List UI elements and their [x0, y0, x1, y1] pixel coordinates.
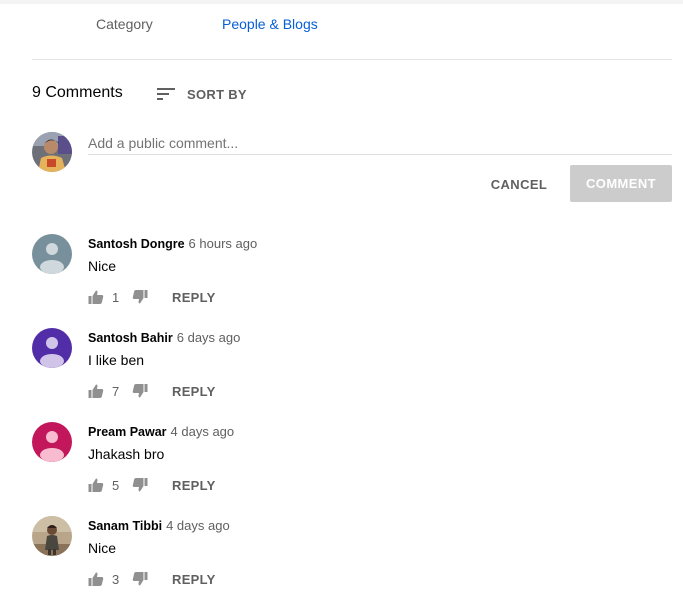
comment-text: I like ben — [88, 352, 145, 368]
like-count: 3 — [112, 571, 120, 587]
comment-button[interactable]: COMMENT — [570, 165, 672, 202]
comment-actions: 3 REPLY — [88, 570, 216, 588]
comment-header: Sanam Tibbi 4 days ago — [88, 518, 230, 533]
sort-by-label: SORT BY — [187, 86, 247, 102]
comment-time[interactable]: 4 days ago — [171, 424, 235, 439]
comment-header: Pream Pawar 4 days ago — [88, 424, 234, 439]
comment-author[interactable]: Santosh Bahir — [88, 331, 173, 345]
cancel-button[interactable]: CANCEL — [478, 166, 560, 202]
comment-text: Nice — [88, 540, 117, 556]
default-avatar-icon — [32, 422, 72, 462]
comment-time[interactable]: 6 hours ago — [189, 236, 258, 251]
default-avatar-icon — [32, 328, 72, 368]
comment-item: Sanam Tibbi 4 days ago Nice 3 REPLY — [32, 516, 672, 596]
thumbs-down-icon[interactable] — [132, 383, 148, 399]
commenter-avatar[interactable] — [32, 422, 72, 462]
category-link[interactable]: People & Blogs — [222, 16, 318, 32]
comment-time[interactable]: 6 days ago — [177, 330, 241, 345]
like-count: 5 — [112, 477, 120, 493]
commenter-avatar[interactable] — [32, 234, 72, 274]
user-avatar[interactable] — [32, 132, 72, 172]
comment-header: Santosh Dongre 6 hours ago — [88, 236, 257, 251]
comment-author[interactable]: Sanam Tibbi — [88, 519, 162, 533]
comment-item: Pream Pawar 4 days ago Jhakash bro 5 REPL… — [32, 422, 672, 502]
comment-actions: 1 REPLY — [88, 288, 216, 306]
comment-header: Santosh Bahir 6 days ago — [88, 330, 240, 345]
divider — [32, 59, 672, 60]
reply-button[interactable]: REPLY — [172, 290, 216, 305]
reply-button[interactable]: REPLY — [172, 572, 216, 587]
sort-icon — [157, 88, 175, 100]
comment-item: Santosh Dongre 6 hours ago Nice 1 REPLY — [32, 234, 672, 314]
thumbs-up-icon[interactable] — [88, 289, 104, 305]
comment-author[interactable]: Pream Pawar — [88, 425, 167, 439]
commenter-avatar[interactable] — [32, 328, 72, 368]
top-edge — [0, 0, 683, 4]
thumbs-up-icon[interactable] — [88, 477, 104, 493]
commenter-photo — [32, 516, 72, 556]
thumbs-up-icon[interactable] — [88, 383, 104, 399]
user-avatar-photo — [32, 132, 72, 172]
like-count: 1 — [112, 289, 120, 305]
comment-time[interactable]: 4 days ago — [166, 518, 230, 533]
comment-text: Nice — [88, 258, 117, 274]
reply-button[interactable]: REPLY — [172, 478, 216, 493]
reply-button[interactable]: REPLY — [172, 384, 216, 399]
comment-item: Santosh Bahir 6 days ago I like ben 7 REP… — [32, 328, 672, 408]
thumbs-down-icon[interactable] — [132, 571, 148, 587]
comment-text: Jhakash bro — [88, 446, 165, 462]
sort-by-button[interactable]: SORT BY — [156, 84, 247, 104]
comment-actions: 5 REPLY — [88, 476, 216, 494]
comment-author[interactable]: Santosh Dongre — [88, 237, 185, 251]
comment-actions: 7 REPLY — [88, 382, 216, 400]
thumbs-up-icon[interactable] — [88, 571, 104, 587]
category-label: Category — [96, 16, 153, 32]
comment-count: 9 Comments — [32, 84, 123, 101]
thumbs-down-icon[interactable] — [132, 289, 148, 305]
metadata-row: Category People & Blogs — [0, 16, 683, 36]
default-avatar-icon — [32, 234, 72, 274]
thumbs-down-icon[interactable] — [132, 477, 148, 493]
commenter-avatar[interactable] — [32, 516, 72, 556]
like-count: 7 — [112, 383, 120, 399]
comment-input[interactable] — [88, 132, 672, 155]
